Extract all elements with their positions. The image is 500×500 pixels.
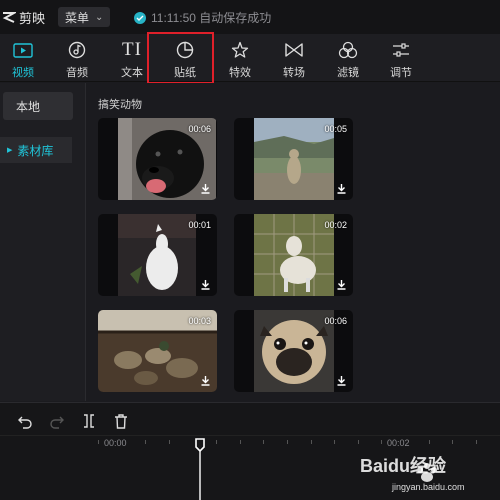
clip-duration: 00:02	[324, 220, 347, 230]
sidebar: 本地 ▶ 素材库	[0, 83, 86, 401]
clip-thumbnail[interactable]: 00:05	[234, 118, 353, 200]
download-icon[interactable]	[336, 279, 347, 290]
tab-video-label: 视频	[12, 67, 34, 79]
clip-duration: 00:06	[324, 316, 347, 326]
clip-duration: 00:03	[188, 316, 211, 326]
clip-preview-image	[254, 214, 334, 296]
clip-duration: 00:05	[324, 124, 347, 134]
sidebar-item-library-label: 素材库	[17, 143, 54, 158]
tab-video[interactable]: 视频	[0, 34, 46, 82]
tab-filter[interactable]: 滤镜	[325, 34, 371, 82]
tab-effects-label: 特效	[229, 67, 251, 79]
title-bar: 剪映 菜单 ⌄ 11:11:50 自动保存成功	[0, 0, 500, 34]
music-icon	[68, 38, 86, 62]
watermark-brand: Baidu经验	[360, 456, 447, 476]
text-icon: TI	[122, 39, 142, 60]
clip-preview-image	[254, 310, 334, 392]
adjust-icon	[392, 38, 410, 62]
app-name: 剪映	[19, 10, 46, 26]
download-icon[interactable]	[200, 279, 211, 290]
media-toolbar: 视频 音频 TI 文本 贴纸 特效 转场 滤镜 调节	[0, 34, 500, 82]
clip-thumbnail[interactable]: 00:03	[98, 310, 217, 392]
capcut-logo-icon	[2, 12, 16, 23]
sidebar-item-local[interactable]: 本地	[3, 92, 73, 120]
watermark-url: jingyan.baidu.com	[392, 482, 465, 492]
redo-icon	[50, 416, 64, 429]
annotation-highlight-box	[147, 32, 214, 84]
clip-thumbnail[interactable]: 00:06	[98, 118, 217, 200]
video-icon	[13, 38, 33, 62]
filter-icon	[338, 38, 358, 62]
tab-audio-label: 音频	[66, 67, 88, 79]
tab-text-label: 文本	[121, 67, 143, 79]
tab-adjust-label: 调节	[390, 67, 412, 79]
app-logo: 剪映	[2, 7, 45, 27]
tab-effects[interactable]: 特效	[217, 34, 263, 82]
menu-button[interactable]: 菜单 ⌄	[58, 7, 110, 27]
chevron-down-icon: ⌄	[95, 11, 104, 23]
tab-filter-label: 滤镜	[337, 67, 359, 79]
undo-icon[interactable]	[17, 413, 33, 429]
clip-preview-image	[118, 214, 196, 296]
playhead[interactable]	[194, 438, 206, 500]
tab-audio[interactable]: 音频	[54, 34, 100, 82]
section-title: 搞笑动物	[98, 99, 142, 111]
effects-icon	[231, 38, 249, 62]
ruler-label: 00:02	[387, 438, 410, 448]
autosave-text: 11:11:50 自动保存成功	[151, 11, 272, 25]
tab-transition[interactable]: 转场	[271, 34, 317, 82]
clip-thumbnail[interactable]: 00:02	[234, 214, 353, 296]
clip-duration: 00:06	[188, 124, 211, 134]
sidebar-item-library[interactable]: ▶ 素材库	[0, 137, 72, 163]
download-icon[interactable]	[336, 183, 347, 194]
autosave-status: 11:11:50 自动保存成功	[134, 9, 271, 26]
clip-thumbnail[interactable]: 00:06	[234, 310, 353, 392]
check-icon	[134, 11, 146, 24]
delete-icon[interactable]	[113, 413, 129, 429]
tab-transition-label: 转场	[283, 67, 305, 79]
menu-label: 菜单	[65, 10, 90, 25]
split-icon[interactable]	[81, 413, 97, 429]
timeline-ruler[interactable]: 00:00 00:02	[0, 435, 500, 453]
transition-icon	[284, 38, 304, 62]
download-icon[interactable]	[200, 375, 211, 386]
caret-right-icon: ▶	[7, 147, 13, 154]
tab-adjust[interactable]: 调节	[378, 34, 424, 82]
ruler-label: 00:00	[104, 438, 127, 448]
material-library-panel: 搞笑动物 00:06 00:05 00:01 00:02 00:03 00:06	[87, 83, 500, 401]
clip-thumbnail[interactable]: 00:01	[98, 214, 217, 296]
clip-preview-image	[254, 118, 334, 200]
download-icon[interactable]	[336, 375, 347, 386]
download-icon[interactable]	[200, 183, 211, 194]
clip-duration: 00:01	[188, 220, 211, 230]
